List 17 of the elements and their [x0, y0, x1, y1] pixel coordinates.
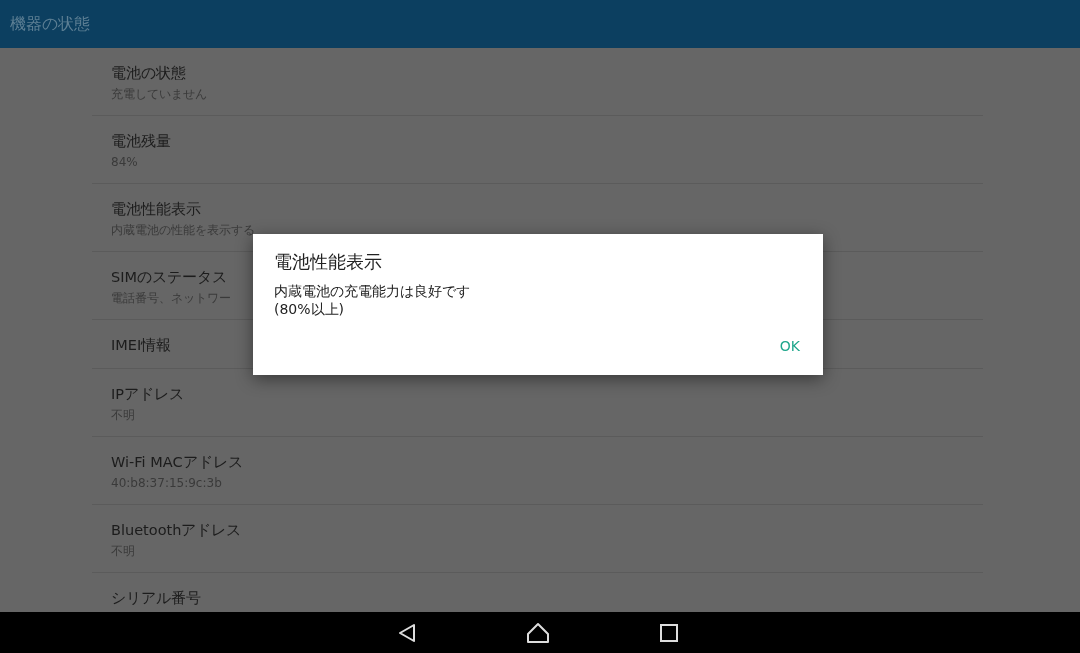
- back-icon[interactable]: [398, 622, 416, 643]
- item-title: 電池残量: [111, 132, 171, 151]
- app-bar-title: 機器の状態: [10, 13, 90, 35]
- item-title: SIMのステータス: [111, 268, 227, 287]
- dialog-message: 内蔵電池の充電能力は良好です: [274, 282, 471, 300]
- item-title: シリアル番号: [111, 589, 201, 608]
- recents-icon[interactable]: [660, 623, 678, 642]
- item-title: 電池の状態: [111, 64, 186, 83]
- home-icon[interactable]: [526, 621, 550, 644]
- item-title: Bluetoothアドレス: [111, 521, 242, 540]
- dialog-title: 電池性能表示: [274, 250, 383, 274]
- item-title: 電池性能表示: [111, 200, 201, 219]
- item-title: IPアドレス: [111, 385, 185, 404]
- ok-button[interactable]: OK: [771, 332, 808, 360]
- dialog-message: (80%以上): [274, 300, 346, 318]
- item-title: Wi-Fi MACアドレス: [111, 453, 243, 472]
- item-title: IMEI情報: [111, 336, 172, 355]
